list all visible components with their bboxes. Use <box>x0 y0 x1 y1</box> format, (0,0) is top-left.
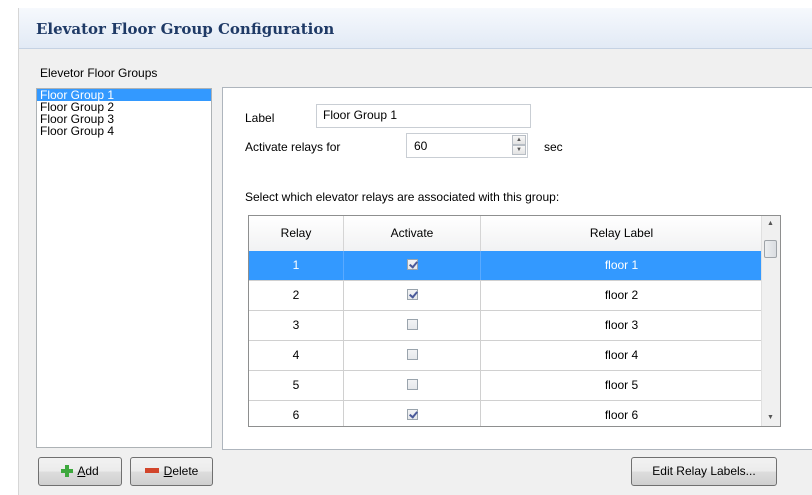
table-row[interactable]: 6 floor 6 <box>249 401 763 426</box>
header-relay-label[interactable]: Relay Label <box>481 216 763 251</box>
group-list[interactable]: Floor Group 1 Floor Group 2 Floor Group 3F… <box>36 88 212 448</box>
table-row[interactable]: 4 floor 4 <box>249 341 763 371</box>
activate-checkbox[interactable] <box>406 409 418 421</box>
relay-number-cell: 4 <box>249 341 344 370</box>
page-title: Elevator Floor Group Configuration <box>36 20 335 38</box>
label-input[interactable]: Floor Group 1 <box>316 104 531 128</box>
add-label: dd <box>85 464 99 478</box>
activate-cell <box>344 401 481 426</box>
label-caption: Label <box>245 111 275 125</box>
activate-cell <box>344 251 481 280</box>
table-row[interactable]: 1 floor 1 <box>249 251 763 281</box>
activate-cell <box>344 311 481 340</box>
activate-unit: sec <box>544 140 563 154</box>
group-detail-panel: Label Floor Group 1 Activate relays for … <box>222 87 812 450</box>
activate-checkbox[interactable] <box>406 319 418 331</box>
group-list-item[interactable]: Floor Group 4 <box>37 125 211 137</box>
plus-icon <box>61 464 74 477</box>
relay-label-cell[interactable]: floor 4 <box>481 341 763 370</box>
relay-label-cell[interactable]: floor 2 <box>481 281 763 310</box>
scroll-down-icon[interactable]: ▼ <box>762 410 779 426</box>
table-row[interactable]: 3 floor 3 <box>249 311 763 341</box>
relay-table-scrollbar[interactable]: ▲ ▼ <box>761 216 780 426</box>
delete-button[interactable]: Delete <box>130 457 213 486</box>
activate-caption: Activate relays for <box>245 140 341 154</box>
header-activate[interactable]: Activate <box>344 216 481 251</box>
edit-relay-labels-button[interactable]: Edit Relay Labels... <box>631 457 777 486</box>
add-button[interactable]: Add <box>38 457 122 486</box>
activate-cell <box>344 281 481 310</box>
config-window: Elevator Floor Group Configuration Eleve… <box>18 8 812 495</box>
relay-number-cell: 1 <box>249 251 344 280</box>
relay-number-cell: 5 <box>249 371 344 400</box>
groups-caption: Elevetor Floor Groups <box>40 66 158 80</box>
select-instruction: Select which elevator relays are associa… <box>245 190 560 204</box>
table-row[interactable]: 5 floor 5 <box>249 371 763 401</box>
relay-number-cell: 6 <box>249 401 344 426</box>
relay-number-cell: 3 <box>249 311 344 340</box>
relay-number-cell: 2 <box>249 281 344 310</box>
relay-label-cell[interactable]: floor 6 <box>481 401 763 426</box>
minus-icon <box>144 468 159 474</box>
table-row[interactable]: 2 floor 2 <box>249 281 763 311</box>
activate-checkbox[interactable] <box>406 289 418 301</box>
delete-mnemonic: D <box>163 464 173 478</box>
header-bar: Elevator Floor Group Configuration <box>19 8 812 49</box>
relay-label-cell[interactable]: floor 3 <box>481 311 763 340</box>
activate-checkbox[interactable] <box>406 259 418 271</box>
scroll-up-icon[interactable]: ▲ <box>762 216 779 232</box>
header-relay[interactable]: Relay <box>249 216 344 251</box>
delete-label: elete <box>172 464 199 478</box>
relay-table-header: Relay Activate Relay Label <box>249 216 763 252</box>
spin-up-icon[interactable]: ▲ <box>512 135 526 145</box>
activate-duration-value[interactable]: 60 <box>414 139 427 153</box>
activate-checkbox[interactable] <box>406 379 418 391</box>
activate-cell <box>344 341 481 370</box>
relay-label-cell[interactable]: floor 1 <box>481 251 763 280</box>
spin-down-icon[interactable]: ▼ <box>512 145 526 155</box>
activate-checkbox[interactable] <box>406 349 418 361</box>
relay-label-cell[interactable]: floor 5 <box>481 371 763 400</box>
scroll-thumb[interactable] <box>764 240 777 258</box>
relay-table: Relay Activate Relay Label 1 floor 1 2 floo… <box>248 215 781 427</box>
activate-cell <box>344 371 481 400</box>
activate-duration-spinner[interactable]: 60 ▲ ▼ <box>406 133 528 158</box>
